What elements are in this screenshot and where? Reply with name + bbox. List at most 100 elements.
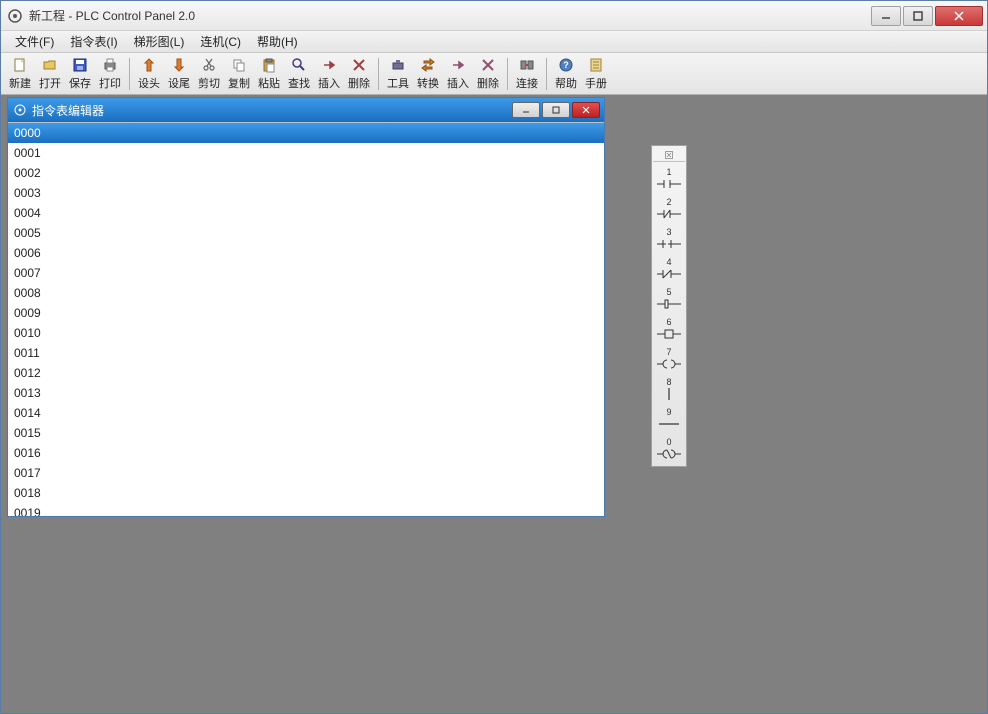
editor-minimize-button[interactable] [512,102,540,118]
tail-icon [170,57,188,74]
open-icon [41,57,59,74]
palette-item-4[interactable]: 4 [653,254,685,284]
toolbar-label: 连接 [516,75,538,91]
editor-row[interactable]: 0001 [8,143,604,163]
palette-symbol-coil-icon [657,327,681,341]
editor-close-button[interactable] [572,102,600,118]
editor-row[interactable]: 0014 [8,403,604,423]
editor-row[interactable]: 0013 [8,383,604,403]
editor-row[interactable]: 0000 [8,123,604,143]
workspace: 指令表编辑器 000000010002000300040005000600070… [1,95,987,713]
editor-row[interactable]: 0007 [8,263,604,283]
close-button[interactable] [935,6,983,26]
palette-symbol-coil-l-icon [657,297,681,311]
toolbar-find-button[interactable]: 查找 [284,55,314,93]
editor-row[interactable]: 0015 [8,423,604,443]
convert-icon [419,57,437,74]
toolbar-label: 插入 [318,75,340,91]
row-number: 0007 [14,266,64,280]
toolbar-paste-button[interactable]: 粘贴 [254,55,284,93]
row-number: 0014 [14,406,64,420]
palette-item-8[interactable]: 8 [653,374,685,404]
app-icon [7,8,23,24]
palette-number: 0 [666,438,671,447]
editor-row[interactable]: 0011 [8,343,604,363]
palette-close-button[interactable] [653,148,685,162]
palette-item-9[interactable]: 9 [653,404,685,434]
editor-row[interactable]: 0002 [8,163,604,183]
toolbar-new-button[interactable]: 新建 [5,55,35,93]
editor-row[interactable]: 0003 [8,183,604,203]
row-number: 0001 [14,146,64,160]
row-number: 0012 [14,366,64,380]
menu-item-3[interactable]: 连机(C) [192,31,249,52]
row-number: 0003 [14,186,64,200]
toolbar-insert-button[interactable]: 插入 [314,55,344,93]
toolbar-manual-button[interactable]: 手册 [581,55,611,93]
editor-row[interactable]: 0016 [8,443,604,463]
palette-item-6[interactable]: 6 [653,314,685,344]
toolbar-save-button[interactable]: 保存 [65,55,95,93]
palette-item-5[interactable]: 5 [653,284,685,314]
editor-row[interactable]: 0006 [8,243,604,263]
toolbar-label: 转换 [417,75,439,91]
editor-row[interactable]: 0019 [8,503,604,516]
editor-row[interactable]: 0017 [8,463,604,483]
editor-row[interactable]: 0004 [8,203,604,223]
toolbar-label: 查找 [288,75,310,91]
toolbar-print-button[interactable]: 打印 [95,55,125,93]
toolbar-copy-button[interactable]: 复制 [224,55,254,93]
toolbar-tail-button[interactable]: 设尾 [164,55,194,93]
palette-number: 3 [666,228,671,237]
toolbar-cut-button[interactable]: 剪切 [194,55,224,93]
toolbar-separator [129,58,130,90]
palette-item-0[interactable]: 0 [653,434,685,464]
palette-number: 9 [666,408,671,417]
toolbar-label: 手册 [585,75,607,91]
palette-item-7[interactable]: 7 [653,344,685,374]
palette-symbol-coil2-icon [657,357,681,371]
menu-item-0[interactable]: 文件(F) [7,31,62,52]
toolbar-delete2-button[interactable]: 删除 [473,55,503,93]
toolbar-help-button[interactable]: ?帮助 [551,55,581,93]
row-number: 0015 [14,426,64,440]
editor-row[interactable]: 0009 [8,303,604,323]
maximize-button[interactable] [903,6,933,26]
toolbar-convert-button[interactable]: 转换 [413,55,443,93]
delete-icon [350,57,368,74]
palette-item-2[interactable]: 2 [653,194,685,224]
menu-item-2[interactable]: 梯形图(L) [126,31,193,52]
toolbar-head-button[interactable]: 设头 [134,55,164,93]
row-number: 0013 [14,386,64,400]
toolbar-tools-button[interactable]: 工具 [383,55,413,93]
editor-row[interactable]: 0018 [8,483,604,503]
row-number: 0006 [14,246,64,260]
editor-row[interactable]: 0012 [8,363,604,383]
menu-item-4[interactable]: 帮助(H) [249,31,306,52]
palette-symbol-horz-icon [657,417,681,431]
palette-number: 5 [666,288,671,297]
toolbar-delete-button[interactable]: 删除 [344,55,374,93]
toolbar-label: 新建 [9,75,31,91]
editor-body[interactable]: 0000 0001 0002 0003 00040005 0006 0007 00080009… [8,122,604,516]
tools-icon [389,57,407,74]
toolbar-label: 保存 [69,75,91,91]
editor-row[interactable]: 0010 [8,323,604,343]
editor-maximize-button[interactable] [542,102,570,118]
editor-row[interactable]: 0008 [8,283,604,303]
palette-number: 1 [666,168,671,177]
editor-row[interactable]: 0005 [8,223,604,243]
new-icon [11,57,29,74]
palette-number: 6 [666,318,671,327]
toolbar-label: 设尾 [168,75,190,91]
palette-item-3[interactable]: 3 [653,224,685,254]
minimize-button[interactable] [871,6,901,26]
toolbar-separator [378,58,379,90]
toolbar-insert2-button[interactable]: 插入 [443,55,473,93]
toolbar-connect-button[interactable]: 连接 [512,55,542,93]
menu-item-1[interactable]: 指令表(I) [62,31,125,52]
editor-icon [12,102,28,118]
toolbar-open-button[interactable]: 打开 [35,55,65,93]
find-icon [290,57,308,74]
palette-item-1[interactable]: 1 [653,164,685,194]
